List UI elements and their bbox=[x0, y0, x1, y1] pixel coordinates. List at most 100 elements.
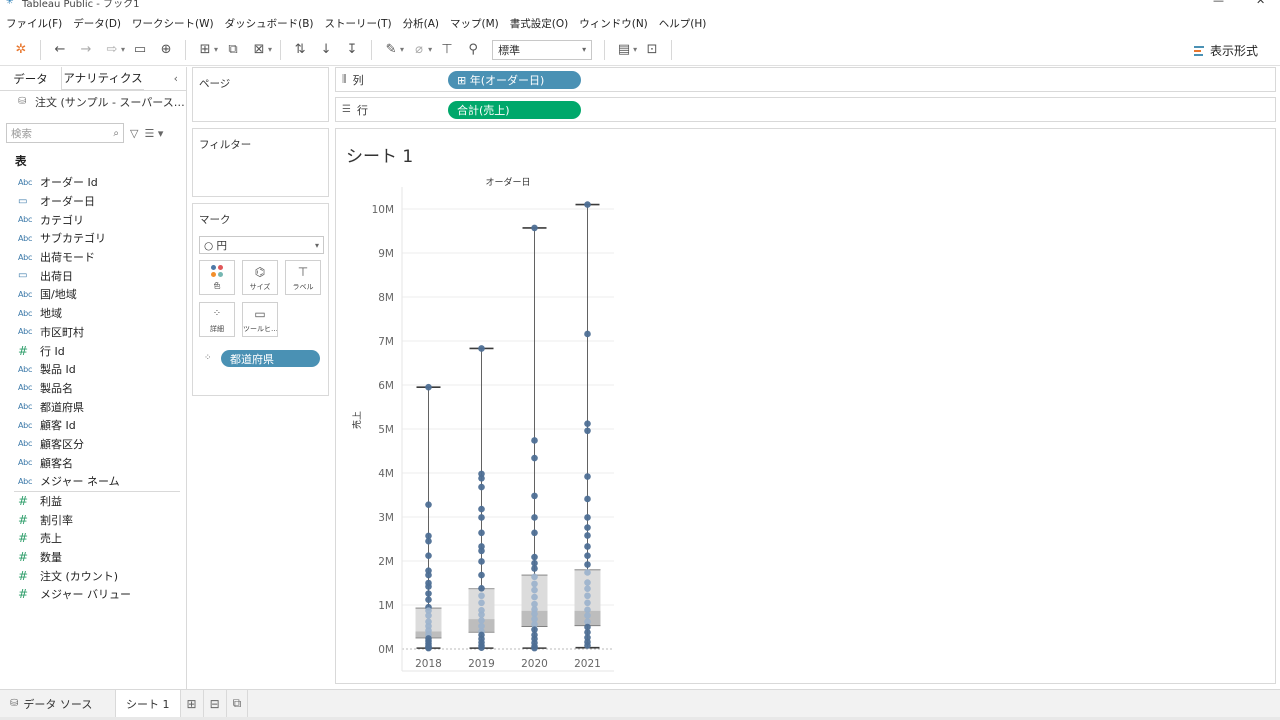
string-type-icon: Abc bbox=[18, 383, 33, 393]
chevron-down-icon[interactable]: ▾ bbox=[428, 45, 432, 54]
field-item[interactable]: Abc 地域 bbox=[0, 304, 186, 323]
new-dashboard-icon[interactable]: ⊟ bbox=[204, 690, 227, 717]
sort-descending-icon[interactable]: ↧ bbox=[341, 39, 363, 61]
field-item[interactable]: Abc 出荷モード bbox=[0, 248, 186, 267]
detail-button[interactable]: ⁘ 詳細 bbox=[199, 302, 235, 337]
list-view-icon[interactable]: ☰ ▾ bbox=[144, 127, 163, 140]
chevron-down-icon[interactable]: ▾ bbox=[121, 45, 125, 54]
field-item[interactable]: Abc メジャー ネーム bbox=[0, 472, 186, 491]
menu-data[interactable]: データ(D) bbox=[73, 16, 121, 31]
fit-select[interactable]: 標準 ▾ bbox=[492, 39, 593, 60]
columns-shelf-label: ⫼ 列 bbox=[336, 72, 448, 88]
highlight-icon[interactable]: ✎ bbox=[380, 39, 402, 61]
field-item[interactable]: # 売上 bbox=[0, 529, 186, 548]
presentation-mode-icon[interactable]: ⊡ bbox=[641, 39, 663, 61]
sort-ascending-icon[interactable]: ↓ bbox=[315, 39, 337, 61]
field-search-input[interactable]: 検索 ⌕ bbox=[6, 123, 124, 143]
show-me-button[interactable]: 表示形式 bbox=[1193, 42, 1258, 59]
menu-window[interactable]: ウィンドウ(N) bbox=[579, 16, 648, 31]
rows-pill-sum-sales[interactable]: 合計(売上) bbox=[448, 100, 581, 119]
new-datasource-icon[interactable]: ⊕ bbox=[155, 39, 177, 61]
tooltip-button[interactable]: ▭ ツールヒ… bbox=[242, 302, 278, 337]
tableau-home-icon[interactable]: ✲ bbox=[10, 39, 32, 61]
tab-analytics[interactable]: アナリティクス bbox=[62, 67, 144, 90]
field-item[interactable]: Abc 顧客名 bbox=[0, 453, 186, 472]
save-icon[interactable]: ▭ bbox=[129, 39, 151, 61]
minimize-icon[interactable]: — bbox=[1213, 0, 1224, 7]
field-item[interactable]: Abc カテゴリ bbox=[0, 210, 186, 229]
columns-shelf[interactable]: ⫼ 列 ⊞ 年(オーダー日) bbox=[335, 67, 1276, 92]
columns-pill-year-order-date[interactable]: ⊞ 年(オーダー日) bbox=[448, 70, 581, 89]
undo-icon[interactable]: ← bbox=[49, 39, 71, 61]
field-item[interactable]: Abc 市区町村 bbox=[0, 323, 186, 342]
mark-type-select[interactable]: ○ 円 ▾ bbox=[199, 236, 324, 254]
menu-dashboard[interactable]: ダッシュボード(B) bbox=[225, 16, 314, 31]
menu-format[interactable]: 書式設定(O) bbox=[510, 16, 568, 31]
database-icon: ⛁ bbox=[18, 96, 27, 107]
field-item[interactable]: # 注文 (カウント) bbox=[0, 566, 186, 585]
field-item[interactable]: Abc 国/地域 bbox=[0, 285, 186, 304]
field-item[interactable]: # 数量 bbox=[0, 548, 186, 567]
field-item[interactable]: # 行 Id bbox=[0, 341, 186, 360]
chevron-down-icon[interactable]: ▾ bbox=[214, 45, 218, 54]
tab-data-source[interactable]: ⛁ データ ソース bbox=[0, 690, 116, 717]
swap-rows-columns-icon[interactable]: ⇅ bbox=[289, 39, 311, 61]
y-tick-label: 4M bbox=[378, 468, 394, 480]
field-item[interactable]: Abc 顧客 Id bbox=[0, 416, 186, 435]
chevron-down-icon[interactable]: ▾ bbox=[268, 45, 272, 54]
group-icon[interactable]: ⌀ bbox=[408, 39, 430, 61]
new-worksheet-icon[interactable]: ⊞ bbox=[181, 690, 204, 717]
field-item[interactable]: Abc 顧客区分 bbox=[0, 435, 186, 454]
pages-card[interactable]: ページ bbox=[192, 67, 329, 122]
redo-icon[interactable]: → bbox=[75, 39, 97, 61]
rows-shelf[interactable]: ☰ 行 合計(売上) bbox=[335, 97, 1276, 122]
field-item[interactable]: Abc 製品 Id bbox=[0, 360, 186, 379]
data-point-2020 bbox=[531, 573, 538, 581]
pin-icon[interactable]: ⚲ bbox=[462, 39, 484, 61]
filter-icon[interactable]: ▽ bbox=[130, 127, 138, 140]
field-item[interactable]: Abc 都道府県 bbox=[0, 397, 186, 416]
chevron-down-icon[interactable]: ▾ bbox=[400, 45, 404, 54]
tableau-logo-icon: ✳ bbox=[6, 0, 14, 7]
string-type-icon: Abc bbox=[18, 289, 33, 299]
field-item[interactable]: # 利益 bbox=[0, 492, 186, 511]
duplicate-sheet-icon[interactable]: ⧉ bbox=[222, 39, 244, 61]
clear-sheet-icon[interactable]: ⊠ bbox=[248, 39, 270, 61]
show-cards-icon[interactable]: ▤ bbox=[613, 39, 635, 61]
y-tick-label: 3M bbox=[378, 512, 394, 524]
menu-file[interactable]: ファイル(F) bbox=[6, 16, 62, 31]
size-button[interactable]: ⌬ サイズ bbox=[242, 260, 278, 295]
menu-map[interactable]: マップ(M) bbox=[450, 16, 499, 31]
color-button[interactable]: 色 bbox=[199, 260, 235, 295]
menu-worksheet[interactable]: ワークシート(W) bbox=[132, 16, 214, 31]
new-story-icon[interactable]: ⧉ bbox=[227, 690, 249, 717]
filters-card[interactable]: フィルター bbox=[192, 128, 329, 197]
new-worksheet-icon[interactable]: ⊞ bbox=[194, 39, 216, 61]
data-point-2019 bbox=[478, 483, 485, 491]
detail-pill-prefecture[interactable]: 都道府県 bbox=[221, 350, 320, 367]
field-item[interactable]: Abc オーダー Id bbox=[0, 173, 186, 192]
field-item[interactable]: Abc 製品名 bbox=[0, 379, 186, 398]
tab-data[interactable]: データ bbox=[0, 67, 62, 90]
field-item[interactable]: # メジャー バリュー bbox=[0, 585, 186, 604]
field-item[interactable]: ▭ 出荷日 bbox=[0, 266, 186, 285]
close-icon[interactable]: ✕ bbox=[1256, 0, 1265, 7]
label-button[interactable]: ⊤ ラベル bbox=[285, 260, 321, 295]
box-plot-chart[interactable]: オーダー日 0M 1M 2M 3M 4M 5M 6M 7M 8M 9M 10M 売上 2018 2019 20… bbox=[336, 129, 1277, 685]
menu-story[interactable]: ストーリー(T) bbox=[325, 16, 392, 31]
chevron-down-icon: ▾ bbox=[314, 240, 319, 250]
field-item[interactable]: # 割引率 bbox=[0, 510, 186, 529]
chevron-down-icon[interactable]: ▾ bbox=[633, 45, 637, 54]
data-point-2018 bbox=[425, 571, 432, 579]
number-type-icon: # bbox=[18, 568, 28, 583]
menu-help[interactable]: ヘルプ(H) bbox=[659, 16, 707, 31]
field-name: メジャー ネーム bbox=[40, 475, 120, 489]
show-labels-icon[interactable]: ⊤ bbox=[436, 39, 458, 61]
field-item[interactable]: Abc サブカテゴリ bbox=[0, 229, 186, 248]
data-source-item[interactable]: ⛁ 注文 (サンプル - スーパース… bbox=[0, 91, 186, 113]
tab-sheet-1[interactable]: シート 1 bbox=[116, 690, 181, 717]
replay-icon[interactable]: ⇨ bbox=[101, 39, 123, 61]
collapse-pane-icon[interactable]: ‹ bbox=[174, 72, 178, 85]
menu-analysis[interactable]: 分析(A) bbox=[403, 16, 439, 31]
field-item[interactable]: ▭ オーダー日 bbox=[0, 192, 186, 211]
